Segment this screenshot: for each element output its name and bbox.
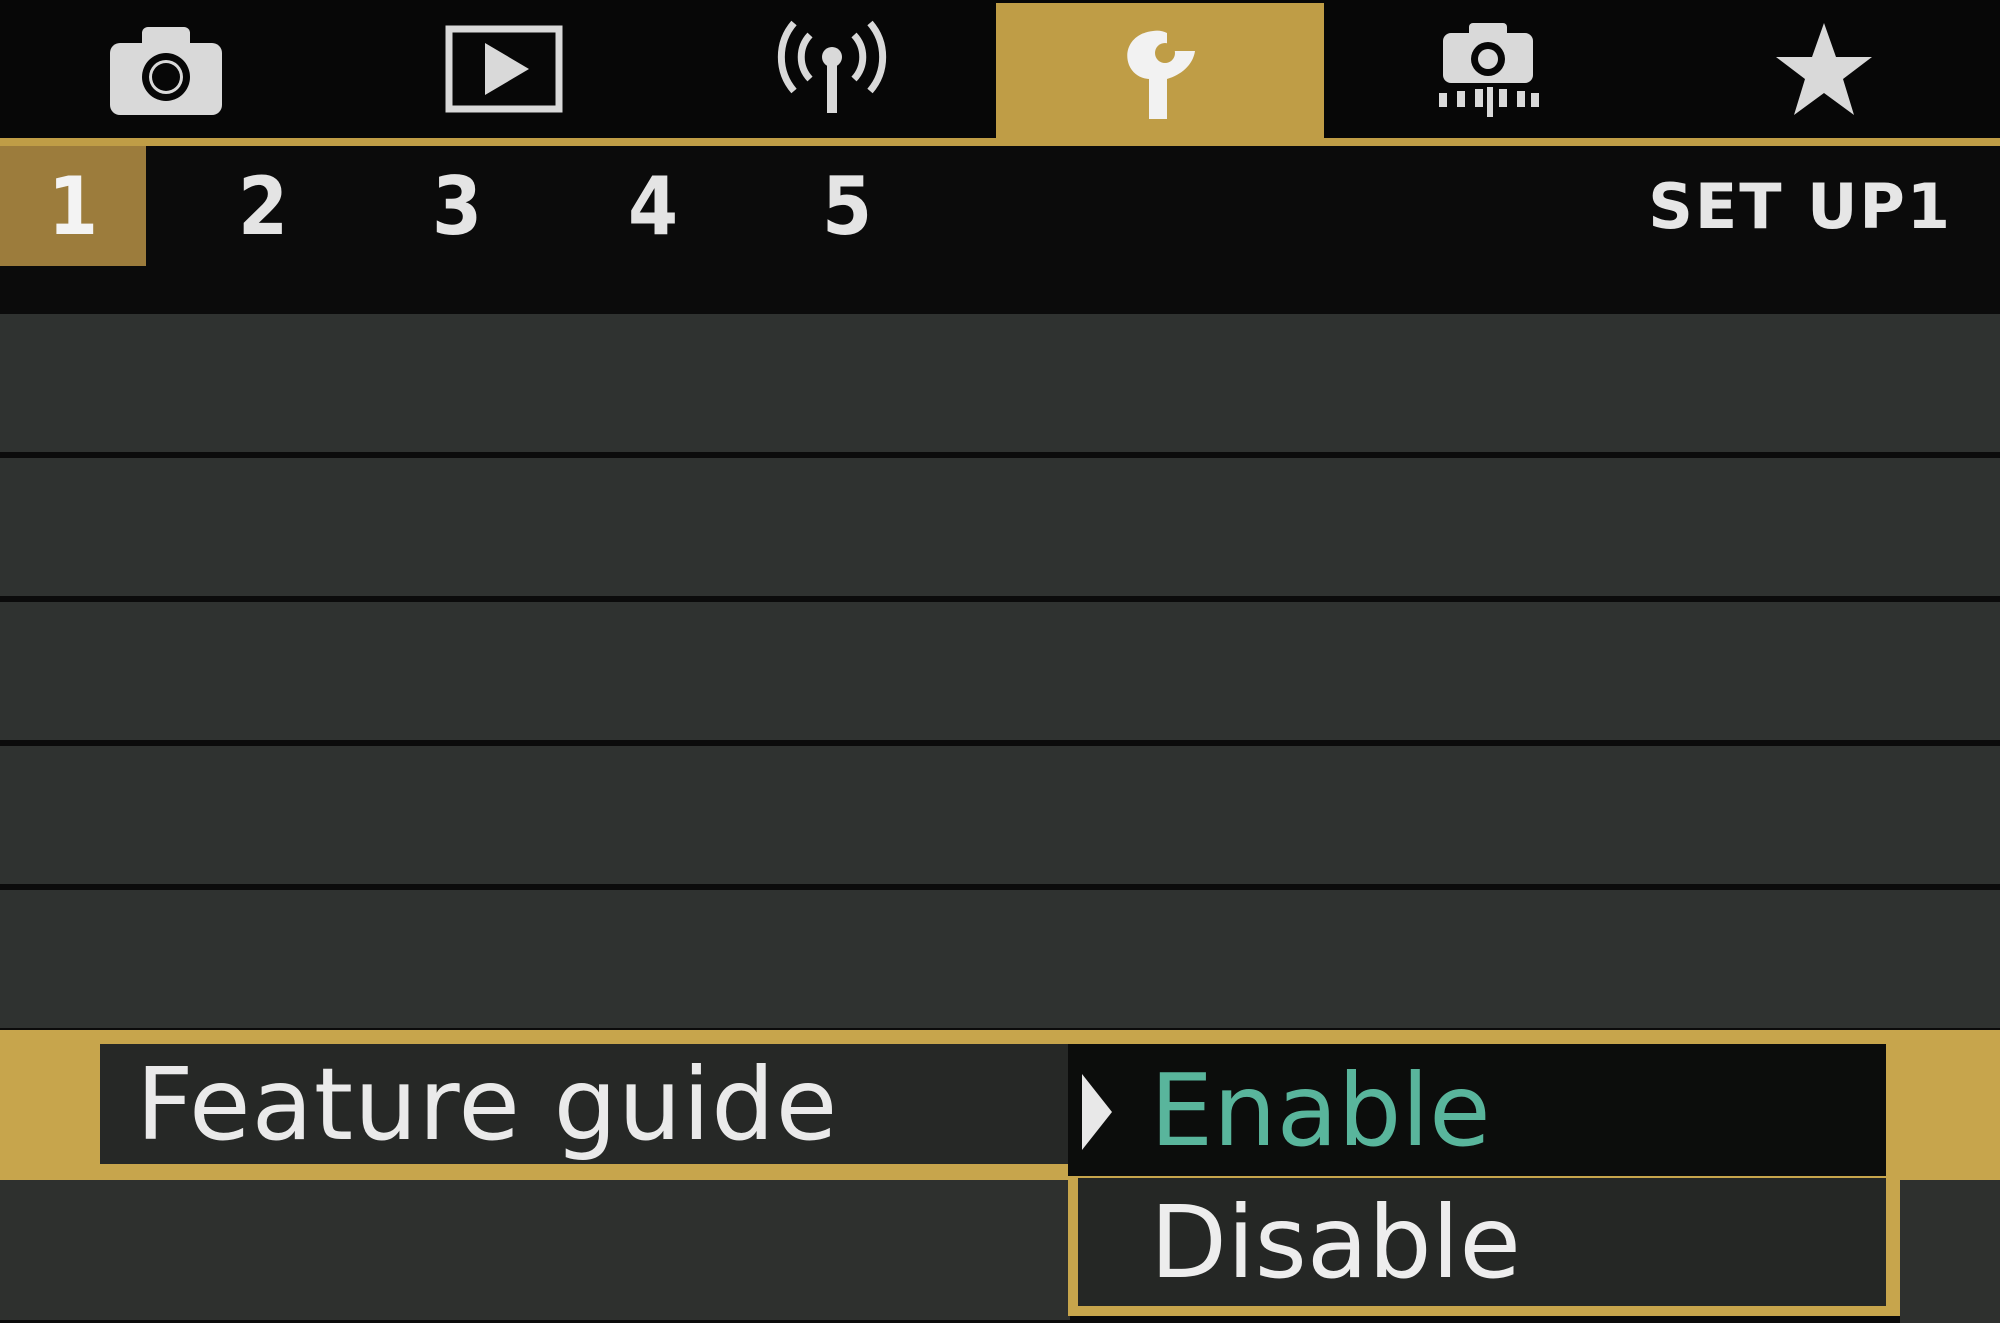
subtab-1[interactable]: 1 <box>0 146 146 266</box>
playback-icon <box>445 25 563 113</box>
subtab-2[interactable]: 2 <box>190 146 336 266</box>
subtab-3[interactable]: 3 <box>384 146 530 266</box>
subtab-4[interactable]: 4 <box>580 146 726 266</box>
tab-setup[interactable] <box>996 3 1324 142</box>
camera-icon <box>110 27 222 115</box>
star-icon <box>1776 23 1872 115</box>
tab-custom-function[interactable] <box>1324 0 1652 138</box>
tab-my-menu[interactable] <box>1660 0 1988 138</box>
option-enable-label: Enable <box>1150 1051 1491 1169</box>
tab-underline <box>0 138 2000 146</box>
subtab-5[interactable]: 5 <box>774 146 920 266</box>
menu-row-empty <box>0 890 2000 1028</box>
menu-page-title: SET UP1 <box>1648 170 1952 243</box>
option-disable[interactable]: Disable <box>1078 1178 1886 1306</box>
option-enable[interactable]: Enable <box>1068 1044 1886 1176</box>
camera-menu-screen: 1 2 3 4 5 SET UP1 Feature guide Enable D… <box>0 0 2000 1323</box>
wireless-icon <box>777 20 887 113</box>
tab-shooting[interactable] <box>2 0 330 138</box>
menu-row-empty <box>0 746 2000 884</box>
menu-row-empty <box>0 1180 1070 1320</box>
tab-playback[interactable] <box>340 0 668 138</box>
option-disable-label: Disable <box>1150 1183 1521 1301</box>
feature-guide-item[interactable]: Feature guide <box>100 1044 1068 1164</box>
menu-row-empty <box>0 314 2000 452</box>
menu-row-empty <box>0 458 2000 596</box>
menu-row-empty <box>1900 1180 2000 1323</box>
menu-tab-bar <box>0 0 2000 146</box>
option-list: Enable Disable <box>1068 1044 1900 1316</box>
menu-row-empty <box>0 602 2000 740</box>
feature-guide-label: Feature guide <box>136 1045 839 1163</box>
wrench-icon <box>1127 30 1195 119</box>
tab-wireless[interactable] <box>668 0 996 138</box>
subtab-bar: 1 2 3 4 5 SET UP1 <box>0 146 2000 314</box>
camera-settings-icon <box>1439 23 1539 117</box>
selection-cursor-icon <box>1082 1074 1112 1150</box>
